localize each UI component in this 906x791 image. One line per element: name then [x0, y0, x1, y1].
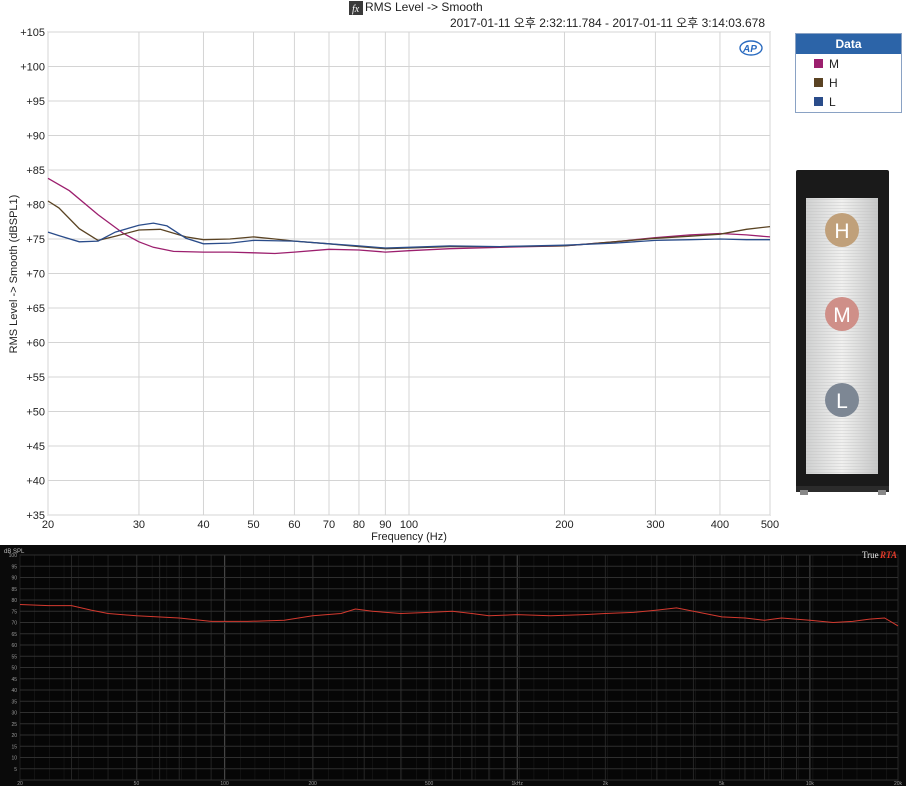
- ap-y-tick: +90: [26, 131, 45, 143]
- ap-x-tick: 50: [247, 519, 259, 531]
- ap-x-tick: 500: [761, 519, 779, 531]
- rta-y-tick: 55: [11, 654, 17, 660]
- rta-y-tick: 85: [11, 587, 17, 593]
- ap-x-tick: 100: [400, 519, 418, 531]
- rta-y-tick: 90: [11, 576, 17, 582]
- chart-title: RMS Level -> Smooth: [365, 0, 483, 14]
- rta-x-tick: 50: [134, 781, 140, 786]
- y-axis-label: RMS Level -> Smooth (dBSPL1): [8, 195, 20, 354]
- ap-x-tick: 40: [197, 519, 209, 531]
- rta-y-tick: 75: [11, 609, 17, 615]
- ap-y-tick: +50: [26, 407, 45, 419]
- speaker-illustration: H M L: [796, 170, 889, 495]
- legend-label-l: L: [829, 94, 836, 109]
- speaker-base: [796, 486, 889, 492]
- ap-plot-panel: +35 +40 +45 +50 +55 +60 +65 +70 +75 +80 +85 +90 +95 +…: [0, 0, 906, 545]
- ap-x-tick: 60: [288, 519, 300, 531]
- legend-swatch-m: [814, 59, 823, 68]
- rta-x-tick-labels: 20 50 100 200 500 1kHz 2k 5k 10k 20k: [17, 781, 903, 787]
- ap-y-tick: +45: [26, 441, 45, 453]
- ap-chart: +35+40+45+50+55+60+65+70+75+80+85+90+95+…: [8, 0, 779, 543]
- rta-y-tick: 45: [11, 677, 17, 683]
- rta-grid: [19, 554, 899, 781]
- rta-chart: 100 95 90 85 80 75 70 65 60 55 50 45 40 35 30 25 20 15 10 5…: [4, 549, 903, 787]
- rta-y-tick: 60: [11, 643, 17, 649]
- rta-y-tick: 65: [11, 632, 17, 638]
- legend-item-h[interactable]: H: [796, 73, 901, 92]
- ap-y-tick: +75: [26, 234, 45, 246]
- rta-y-tick: 25: [11, 722, 17, 728]
- legend-swatch-h: [814, 78, 823, 87]
- ap-x-tick: 30: [133, 519, 145, 531]
- ap-x-tick: 400: [711, 519, 729, 531]
- rta-y-tick: 10: [11, 756, 17, 762]
- legend-swatch-l: [814, 97, 823, 106]
- fx-icon-label: fx: [352, 4, 360, 15]
- rta-y-tick: 40: [11, 688, 17, 694]
- ap-y-tick-labels: +35+40+45+50+55+60+65+70+75+80+85+90+95+…: [20, 27, 45, 522]
- legend-label-m: M: [829, 56, 839, 71]
- ap-y-tick: +70: [26, 269, 45, 281]
- rta-y-tick: 95: [11, 564, 17, 570]
- rta-x-tick: 2k: [603, 781, 609, 786]
- legend-label-h: H: [829, 75, 838, 90]
- ap-x-tick-labels: 20 30 40 50 60 70 80 90 100 200 300 400 500: [42, 519, 779, 531]
- rta-x-tick: 5k: [719, 781, 725, 786]
- rta-y-tick: 30: [11, 711, 17, 717]
- ap-y-tick: +60: [26, 338, 45, 350]
- driver-h-label: H: [834, 220, 849, 243]
- rta-x-tick: 10k: [806, 781, 815, 786]
- rta-x-tick: 200: [308, 781, 317, 786]
- ap-y-tick: +85: [26, 165, 45, 177]
- driver-l-label: L: [836, 390, 848, 413]
- legend-title: Data: [796, 34, 901, 54]
- rta-y-tick: 80: [11, 598, 17, 604]
- ap-x-tick: 80: [353, 519, 365, 531]
- ap-y-tick: +100: [20, 62, 45, 74]
- rta-y-tick: 15: [11, 744, 17, 750]
- rta-y-tick: 35: [11, 699, 17, 705]
- ap-y-tick: +105: [20, 27, 45, 39]
- truerta-logo-rta: RTA: [879, 550, 897, 560]
- ap-x-tick: 70: [323, 519, 335, 531]
- ap-x-tick: 300: [646, 519, 664, 531]
- rta-x-tick: 20: [17, 781, 23, 786]
- legend-item-m[interactable]: M: [796, 54, 901, 73]
- rta-y-tick: 50: [11, 666, 17, 672]
- driver-m-label: M: [833, 304, 851, 327]
- ap-y-tick: +80: [26, 200, 45, 212]
- ap-y-tick: +95: [26, 96, 45, 108]
- chart-subtitle: 2017-01-11 오후 2:32:11.784 - 2017-01-11 오…: [450, 16, 765, 30]
- ap-y-tick: +65: [26, 303, 45, 315]
- ap-logo-text: AP: [742, 44, 757, 55]
- ap-x-tick: 90: [379, 519, 391, 531]
- legend-item-l[interactable]: L: [796, 92, 901, 111]
- ap-x-tick: 200: [555, 519, 573, 531]
- ap-y-tick: +40: [26, 476, 45, 488]
- rta-x-tick: 20k: [894, 781, 903, 786]
- rta-x-tick: 1kHz: [512, 781, 524, 786]
- truerta-logo-true: True: [862, 550, 879, 560]
- rta-y-tick-labels: 1009590858075706560555045403530252015105: [9, 553, 18, 773]
- x-axis-label: Frequency (Hz): [371, 531, 447, 543]
- legend: Data M H L: [795, 33, 902, 113]
- ap-y-tick: +55: [26, 372, 45, 384]
- rta-x-tick: 100: [220, 781, 229, 786]
- rta-x-tick: 500: [425, 781, 434, 786]
- rta-y-tick: 70: [11, 621, 17, 627]
- rta-y-tick: 20: [11, 733, 17, 739]
- rta-y-axis-label: dB SPL: [4, 549, 25, 555]
- ap-x-tick: 20: [42, 519, 54, 531]
- truerta-panel: 100 95 90 85 80 75 70 65 60 55 50 45 40 35 30 25 20 15 10 5…: [0, 545, 906, 787]
- rta-y-tick: 5: [14, 767, 17, 773]
